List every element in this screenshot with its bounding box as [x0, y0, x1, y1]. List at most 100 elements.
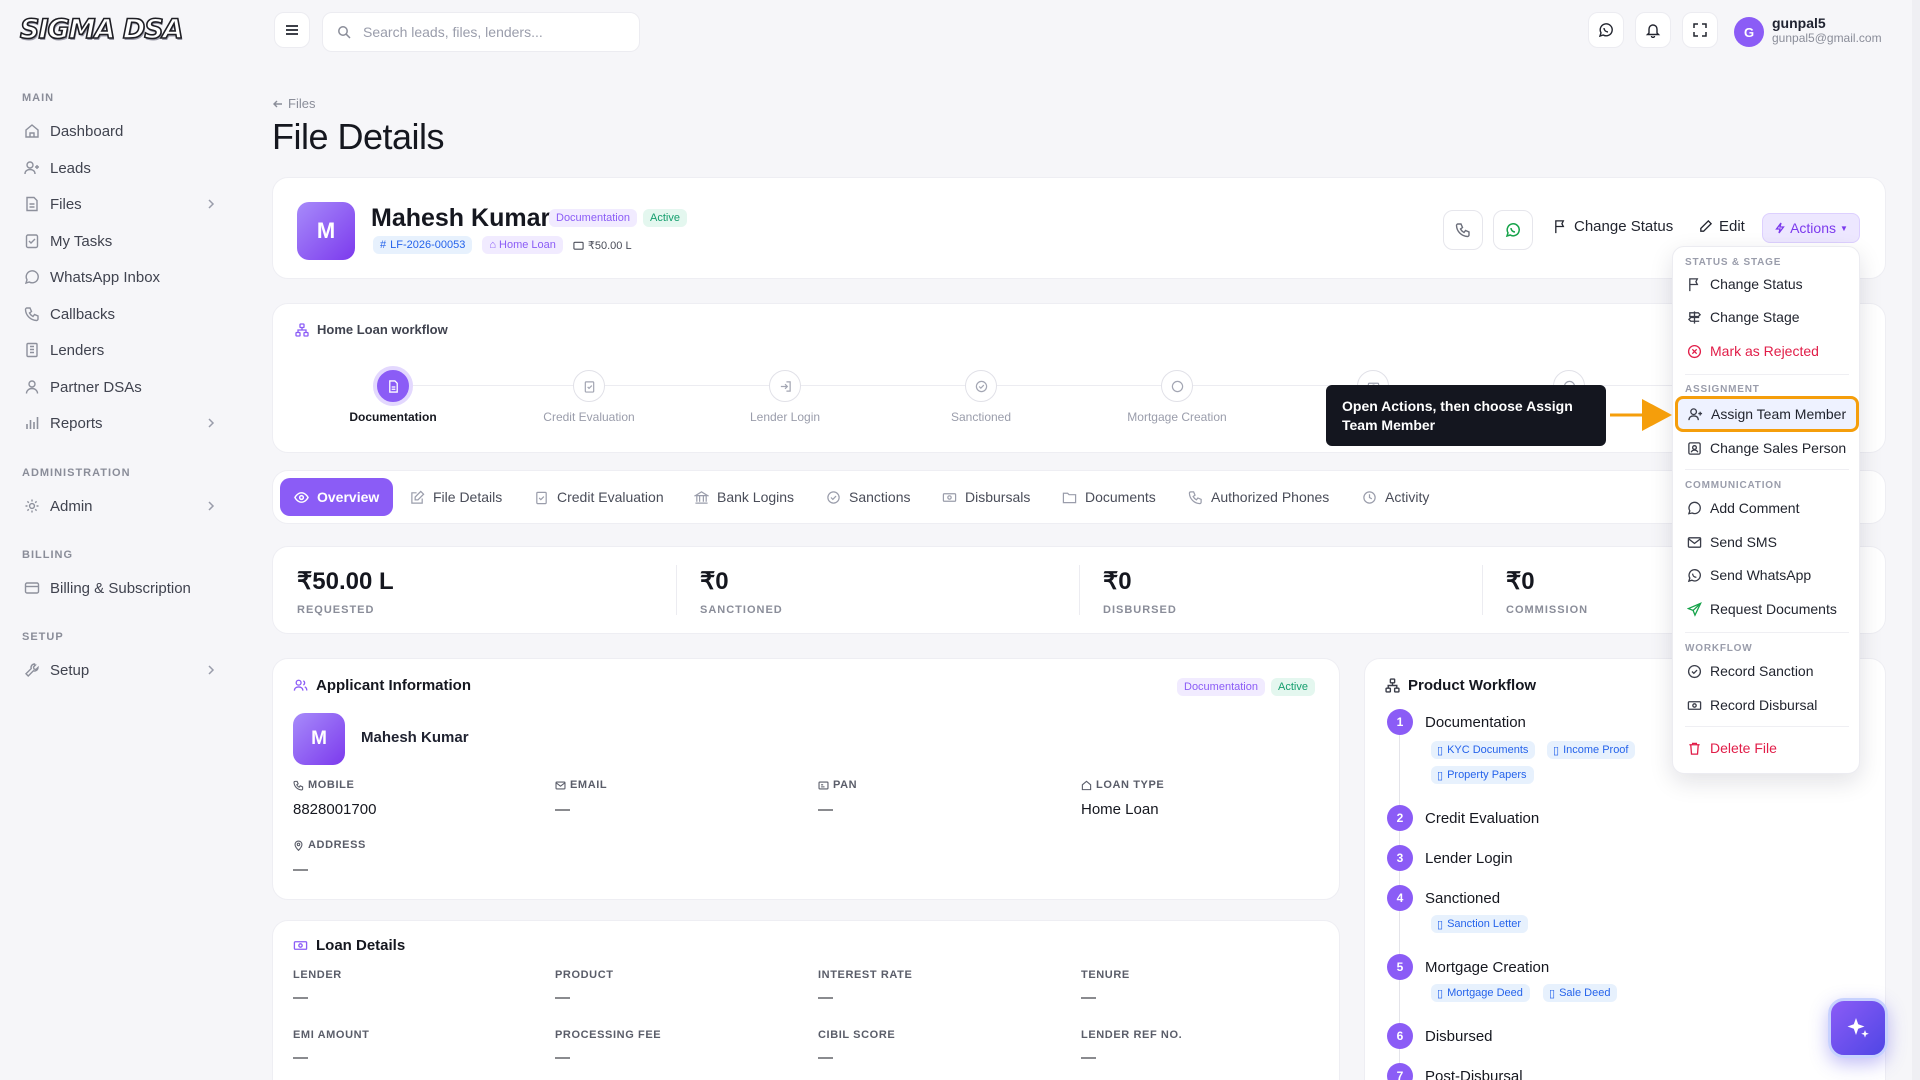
menu-toggle-button[interactable] — [274, 12, 310, 48]
notifications-button[interactable] — [1635, 12, 1671, 48]
stat-label: REQUESTED — [297, 604, 375, 616]
wrench-icon — [25, 663, 39, 677]
sidebar-item-files[interactable]: Files — [14, 188, 232, 220]
step-title[interactable]: Disbursed — [1425, 1028, 1493, 1045]
tab-bank-logins[interactable]: Bank Logins — [680, 478, 808, 516]
menu-send-whatsapp[interactable]: Send WhatsApp — [1677, 560, 1857, 590]
step-title[interactable]: Credit Evaluation — [1425, 810, 1539, 827]
phone-icon — [24, 307, 39, 322]
document-icon: ▯ — [1437, 987, 1444, 1000]
tab-authorized-phones[interactable]: Authorized Phones — [1174, 478, 1343, 516]
menu-item-label: Change Sales Person — [1710, 440, 1847, 456]
doc-chip[interactable]: ▯ Mortgage Deed — [1431, 984, 1530, 1002]
menu-record-disbursal[interactable]: Record Disbursal — [1677, 690, 1857, 720]
step-title[interactable]: Sanctioned — [1425, 890, 1500, 907]
tab-sanctions[interactable]: Sanctions — [812, 478, 924, 516]
page-title: File Details — [272, 116, 445, 157]
page-scrollbar[interactable] — [1912, 0, 1920, 1080]
whatsapp-chat-button[interactable] — [1493, 210, 1533, 250]
edit-button[interactable]: Edit — [1698, 218, 1745, 235]
menu-delete-file[interactable]: Delete File — [1677, 733, 1857, 763]
workflow-step[interactable]: Documentation — [333, 366, 453, 424]
workflow-step[interactable]: Credit Evaluation — [529, 370, 649, 424]
step-title[interactable]: Documentation — [1425, 714, 1526, 731]
doc-chip[interactable]: ▯ KYC Documents — [1431, 741, 1536, 759]
tab-documents[interactable]: Documents — [1048, 478, 1170, 516]
search-input[interactable]: Search leads, files, lenders... — [322, 12, 640, 52]
sidebar-item-partner-dsas[interactable]: Partner DSAs — [14, 371, 232, 403]
whatsapp-icon — [1687, 568, 1701, 582]
tab-label: Sanctions — [849, 489, 911, 505]
tab-credit-evaluation[interactable]: Credit Evaluation — [520, 478, 678, 516]
menu-send-sms[interactable]: Send SMS — [1677, 527, 1857, 557]
mail-icon — [1687, 536, 1702, 548]
field-label: LENDER REF NO. — [1081, 1029, 1183, 1041]
applicant-avatar: M — [297, 202, 355, 260]
applicant-name: Mahesh Kumar — [371, 204, 551, 232]
sidebar-item-dashboard[interactable]: Dashboard — [14, 115, 232, 147]
breadcrumb-label: Files — [288, 96, 316, 111]
doc-chip[interactable]: ▯ Sale Deed — [1543, 984, 1618, 1002]
workflow-step[interactable]: Lender Login — [725, 370, 845, 424]
sidebar-item-admin[interactable]: Admin — [14, 490, 232, 522]
sidebar-item-leads[interactable]: Leads — [14, 152, 232, 184]
breadcrumb[interactable]: Files — [272, 96, 315, 111]
tab-disbursals[interactable]: Disbursals — [928, 478, 1044, 516]
doc-chip-label: KYC Documents — [1447, 744, 1529, 756]
step-title[interactable]: Mortgage Creation — [1425, 959, 1549, 976]
tab-overview[interactable]: Overview — [280, 478, 394, 516]
step-title[interactable]: Lender Login — [1425, 850, 1513, 867]
fullscreen-button[interactable] — [1682, 12, 1718, 48]
change-status-label: Change Status — [1574, 218, 1674, 235]
user-name[interactable]: gunpal5 — [1772, 15, 1826, 31]
menu-record-sanction[interactable]: Record Sanction — [1677, 656, 1857, 686]
menu-change-status[interactable]: Change Status — [1677, 269, 1857, 299]
menu-request-documents[interactable]: Request Documents — [1677, 594, 1857, 624]
status-badge: Active — [643, 209, 687, 227]
file-id: LF-2026-00053 — [390, 239, 466, 251]
sidebar-item-reports[interactable]: Reports — [14, 407, 232, 439]
user-avatar[interactable]: G — [1734, 17, 1764, 47]
sidebar-item-whatsapp-inbox[interactable]: WhatsApp Inbox — [14, 261, 232, 293]
doc-chip[interactable]: ▯ Sanction Letter — [1431, 915, 1529, 933]
sidebar-item-my-tasks[interactable]: My Tasks — [14, 225, 232, 257]
app-logo[interactable]: SIGMA DSA — [19, 13, 184, 46]
sidebar-item-callbacks[interactable]: Callbacks — [14, 298, 232, 330]
menu-assign-team-member[interactable]: Assign Team Member — [1675, 396, 1859, 432]
mail-icon — [555, 781, 566, 789]
sidebar-item-billing[interactable]: Billing & Subscription — [14, 572, 232, 604]
step-title[interactable]: Post-Disbursal — [1425, 1068, 1523, 1080]
file-header-card: M Mahesh Kumar Documentation Active # LF-… — [272, 177, 1886, 279]
step-label: Lender Login — [749, 410, 821, 424]
sidebar-item-setup[interactable]: Setup — [14, 654, 232, 686]
menu-change-sales-person[interactable]: Change Sales Person — [1677, 433, 1857, 463]
menu-change-stage[interactable]: Change Stage — [1677, 302, 1857, 332]
workflow-step[interactable]: Sanctioned — [921, 370, 1041, 424]
doc-chip[interactable]: ▯ Property Papers — [1431, 766, 1534, 784]
wallet-icon — [573, 241, 584, 250]
sidebar-item-label: My Tasks — [50, 232, 113, 250]
workflow-step[interactable]: Mortgage Creation — [1117, 370, 1237, 424]
header-badges: Documentation Active — [549, 209, 687, 227]
clock-icon — [1363, 490, 1376, 504]
tab-label: Activity — [1385, 489, 1430, 505]
stat-value: ₹0 — [1506, 568, 1535, 595]
field-value: — — [818, 1049, 833, 1066]
sidebar-item-label: Reports — [50, 414, 103, 432]
whatsapp-button[interactable] — [1588, 12, 1624, 48]
change-status-button[interactable]: Change Status — [1553, 218, 1673, 235]
ai-assistant-button[interactable] — [1828, 998, 1888, 1058]
doc-chip[interactable]: ▯ Income Proof — [1547, 741, 1636, 759]
checklist-icon — [25, 234, 39, 249]
actions-button[interactable]: Actions ▼ — [1762, 213, 1860, 243]
login-icon — [780, 380, 791, 392]
tab-file-details[interactable]: File Details — [396, 478, 516, 516]
call-button[interactable] — [1443, 210, 1483, 250]
menu-add-comment[interactable]: Add Comment — [1677, 493, 1857, 523]
sidebar-item-lenders[interactable]: Lenders — [14, 334, 232, 366]
loan-section-title: Loan Details — [293, 937, 405, 954]
tab-label: Documents — [1085, 489, 1156, 505]
tab-activity[interactable]: Activity — [1348, 478, 1443, 516]
stat-sanctioned: ₹0 SANCTIONED — [700, 567, 783, 616]
menu-mark-rejected[interactable]: Mark as Rejected — [1677, 336, 1857, 366]
